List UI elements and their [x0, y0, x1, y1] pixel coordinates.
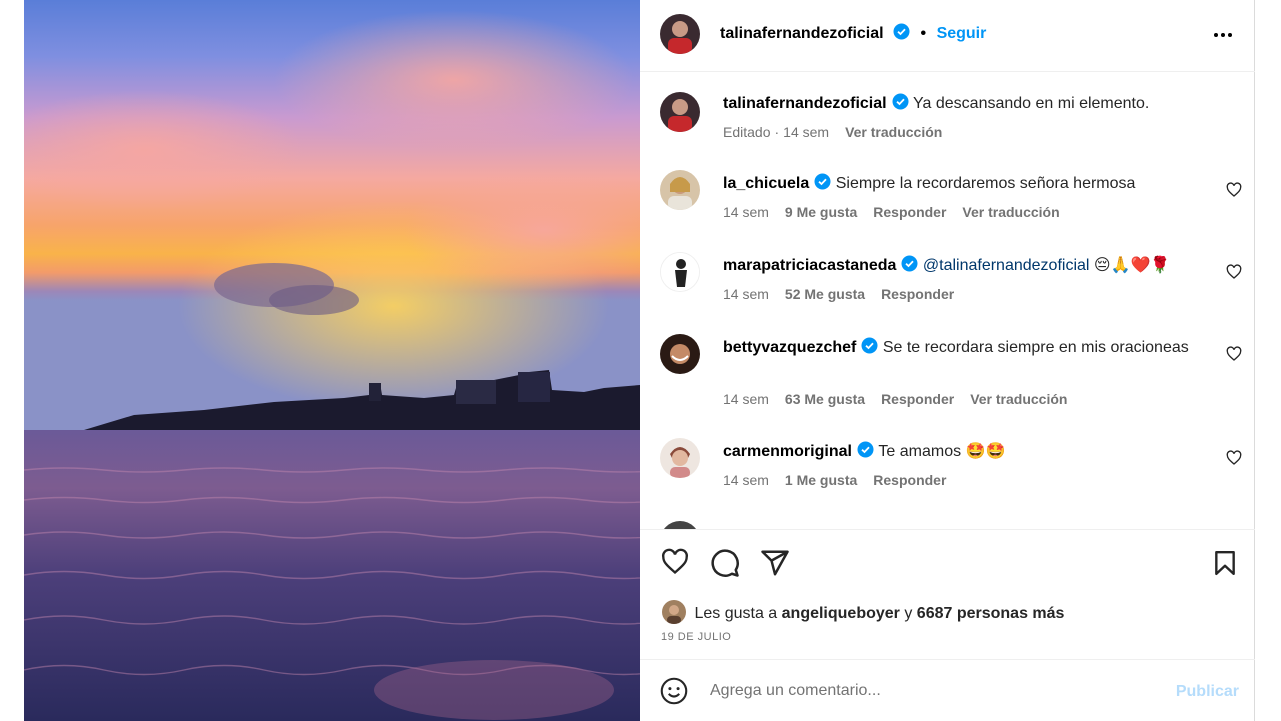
- likes-others[interactable]: 6687 personas más: [917, 605, 1065, 622]
- translate-link[interactable]: Ver traducción: [845, 124, 942, 140]
- comment-likes[interactable]: 52 Me gusta: [785, 286, 865, 302]
- avatar-image: [661, 253, 699, 291]
- comment-time[interactable]: 14 sem: [723, 391, 769, 407]
- caption-meta: Editado · 14 sem Ver traducción: [723, 124, 942, 140]
- post-header: talinafernandezoficial • Seguir: [640, 0, 1255, 72]
- comment-text: Se te recordara siempre en mis oracionea…: [882, 339, 1189, 356]
- more-options-icon[interactable]: [1212, 24, 1234, 46]
- separator-dot: •: [920, 25, 927, 42]
- translate-link[interactable]: Ver traducción: [962, 204, 1059, 220]
- comment-bubble-icon[interactable]: [710, 548, 740, 578]
- comment-meta: 14 sem 9 Me gusta Responder Ver traducción: [723, 204, 1060, 220]
- post-side-panel: talinafernandezoficial • Seguir talinafe…: [640, 0, 1255, 721]
- comment-username[interactable]: la_chicuela: [723, 175, 809, 192]
- comment-emoji: 😔🙏❤️🌹: [1093, 257, 1171, 274]
- caption-text: Ya descansando en mi elemento.: [913, 95, 1150, 112]
- verified-badge-icon: [857, 441, 874, 458]
- comment-avatar[interactable]: [660, 521, 700, 529]
- avatar-image: [660, 438, 700, 478]
- verified-badge-icon: [893, 23, 910, 40]
- comment-username[interactable]: carmenmoriginal: [723, 443, 852, 460]
- publish-button[interactable]: Publicar: [1176, 683, 1239, 701]
- emoji-smiley-icon[interactable]: [660, 677, 688, 705]
- verified-badge-icon: [814, 173, 831, 190]
- avatar-image: [660, 14, 700, 54]
- comment-avatar[interactable]: [660, 170, 700, 210]
- likes-and: y: [904, 605, 913, 622]
- comment-body: carmenmoriginal Te amamos 🤩🤩: [723, 440, 1203, 463]
- comments-list[interactable]: talinafernandezoficial Ya descansando en…: [640, 72, 1255, 530]
- comment-text: Siempre la recordaremos señora hermosa: [835, 175, 1136, 192]
- save-bookmark-icon[interactable]: [1212, 548, 1238, 578]
- like-comment-heart-icon[interactable]: [1226, 346, 1242, 362]
- likes-summary: Les gusta a angeliqueboyer y 6687 person…: [662, 600, 1064, 624]
- comment-time[interactable]: 14 sem: [723, 204, 769, 220]
- like-comment-heart-icon[interactable]: [1226, 264, 1242, 280]
- caption-username[interactable]: talinafernandezoficial: [723, 95, 887, 112]
- verified-badge-icon: [892, 93, 909, 110]
- translate-link[interactable]: Ver traducción: [970, 391, 1067, 407]
- like-heart-icon[interactable]: [660, 548, 690, 576]
- like-comment-heart-icon[interactable]: [1226, 182, 1242, 198]
- edited-label: Editado: [723, 124, 771, 140]
- liker-avatar[interactable]: [662, 600, 686, 624]
- sunset-photo: [24, 0, 640, 721]
- comment-avatar[interactable]: [660, 438, 700, 478]
- reply-button[interactable]: Responder: [873, 204, 946, 220]
- verified-badge-icon: [861, 337, 878, 354]
- meta-separator: ·: [774, 124, 780, 140]
- comment-body: la_chicuela Siempre la recordaremos seño…: [723, 172, 1203, 195]
- reply-button[interactable]: Responder: [881, 391, 954, 407]
- comment-body: bettyvazquezchef Se te recordara siempre…: [723, 336, 1203, 359]
- post-actions: Les gusta a angeliqueboyer y 6687 person…: [640, 530, 1255, 660]
- comment-time[interactable]: 14 sem: [723, 472, 769, 488]
- avatar-image: [660, 334, 700, 374]
- comment-avatar[interactable]: [660, 334, 700, 374]
- reply-button[interactable]: Responder: [873, 472, 946, 488]
- post-date[interactable]: 19 DE JULIO: [661, 631, 731, 643]
- comment-meta: 14 sem 1 Me gusta Responder: [723, 472, 946, 488]
- comment-body: marapatriciacastaneda @talinafernandezof…: [723, 254, 1203, 277]
- comment-username[interactable]: bettyvazquezchef: [723, 339, 856, 356]
- like-comment-heart-icon[interactable]: [1226, 450, 1242, 466]
- add-comment-bar: Agrega un comentario... Publicar: [640, 661, 1255, 721]
- mention-link[interactable]: @talinafernandezoficial: [923, 257, 1090, 274]
- comment-input[interactable]: Agrega un comentario...: [710, 682, 881, 700]
- post-dialog: talinafernandezoficial • Seguir talinafe…: [0, 0, 1281, 721]
- liker-username[interactable]: angeliqueboyer: [782, 605, 900, 622]
- avatar-image: [660, 92, 700, 132]
- reply-button[interactable]: Responder: [881, 286, 954, 302]
- comment-meta: 14 sem 52 Me gusta Responder: [723, 286, 954, 302]
- caption-avatar[interactable]: [660, 92, 700, 132]
- header-line: talinafernandezoficial • Seguir: [720, 23, 986, 43]
- comment-emoji: 🤩🤩: [965, 443, 1006, 460]
- comment-likes[interactable]: 63 Me gusta: [785, 391, 865, 407]
- post-image[interactable]: [24, 0, 640, 721]
- comment-meta: 14 sem 63 Me gusta Responder Ver traducción: [723, 391, 1067, 407]
- comment-time[interactable]: 14 sem: [723, 286, 769, 302]
- verified-badge-icon: [901, 255, 918, 272]
- comment-avatar[interactable]: [660, 252, 700, 292]
- avatar-image: [662, 600, 686, 624]
- author-avatar[interactable]: [660, 14, 700, 54]
- follow-button[interactable]: Seguir: [937, 25, 987, 42]
- comment-text: Te amamos: [878, 443, 962, 460]
- comment-likes[interactable]: 1 Me gusta: [785, 472, 857, 488]
- comment-likes[interactable]: 9 Me gusta: [785, 204, 857, 220]
- likes-prefix: Les gusta a: [694, 605, 778, 622]
- comment-username[interactable]: marapatriciacastaneda: [723, 257, 896, 274]
- avatar-image: [660, 170, 700, 210]
- author-username[interactable]: talinafernandezoficial: [720, 25, 884, 42]
- share-send-icon[interactable]: [760, 548, 790, 578]
- caption-body: talinafernandezoficial Ya descansando en…: [723, 92, 1203, 115]
- caption-time[interactable]: 14 sem: [783, 124, 829, 140]
